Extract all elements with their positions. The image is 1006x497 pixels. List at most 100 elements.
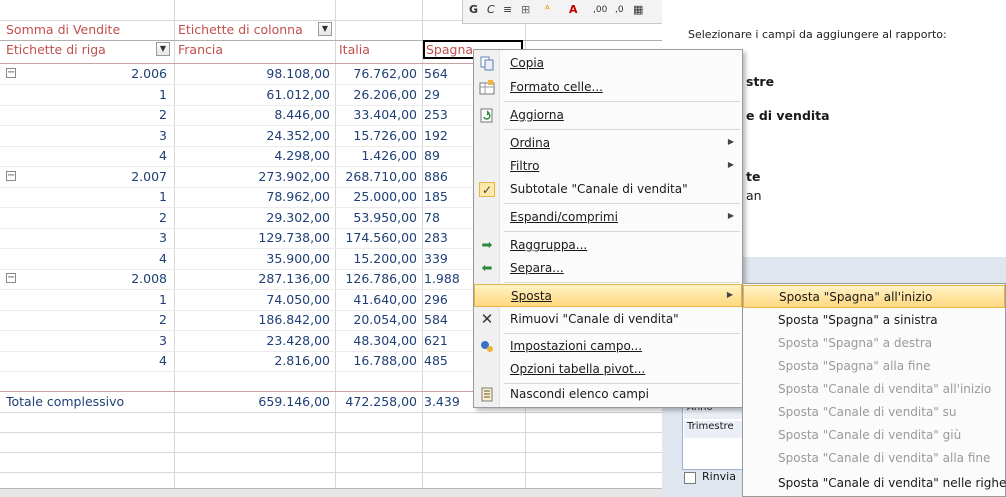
cell-spagna[interactable]: 29 [423,85,473,104]
row-label[interactable]: 4 [20,146,172,165]
row-label[interactable]: 2 [20,208,172,227]
row-filter-button[interactable]: ▼ [156,42,170,56]
cell-italia[interactable]: 15.726,00 [336,126,422,145]
cell-francia[interactable]: 98.108,00 [175,64,335,83]
defer-update-checkbox[interactable] [684,472,696,484]
cell-spagna[interactable]: 253 [423,105,473,124]
cell-italia[interactable]: 16.788,00 [336,351,422,370]
menu-item-ordina[interactable]: Ordina ▶ [474,132,742,155]
menu-item-espandi-comprimi[interactable]: Espandi/comprimi ▶ [474,206,742,229]
cell-spagna[interactable]: 485 [423,351,473,370]
menu-item-aggiorna[interactable]: Aggiorna [474,104,742,127]
row-label[interactable]: 2.008 [20,269,172,288]
cell-italia[interactable]: 53.950,00 [336,208,422,227]
sheet-tabs-bar[interactable] [0,488,662,497]
bold-button[interactable]: G [469,3,478,16]
row-label[interactable]: 3 [20,331,172,350]
cell-italia[interactable]: 268.710,00 [336,167,422,186]
submenu-item-spagna-inizio[interactable]: Sposta "Spagna" all'inizio [743,285,1005,308]
cell-spagna[interactable]: 283 [423,228,473,247]
format-painter-button[interactable]: ▦ [633,3,643,16]
row-label[interactable]: 4 [20,249,172,268]
increase-decimal-button[interactable]: ,00 [593,5,607,15]
menu-item-formato-celle[interactable]: Formato celle... [474,76,742,99]
cell-spagna[interactable]: 564 [423,64,473,83]
cell-italia[interactable]: 48.304,00 [336,331,422,350]
cell-francia[interactable]: 78.962,00 [175,187,335,206]
cell-italia[interactable]: 174.560,00 [336,228,422,247]
field-item[interactable]: te [746,169,760,184]
cell-spagna[interactable]: 185 [423,187,473,206]
font-color-button[interactable]: A [569,3,578,16]
cell-spagna[interactable]: 78 [423,208,473,227]
row-label[interactable]: 1 [20,187,172,206]
cell-spagna[interactable]: 192 [423,126,473,145]
row-label[interactable]: 2 [20,105,172,124]
submenu-item-spagna-sinistra[interactable]: Sposta "Spagna" a sinistra [743,309,1005,332]
row-label[interactable]: 2 [20,310,172,329]
align-center-button[interactable]: ≡ [503,3,512,16]
collapse-toggle-icon[interactable]: − [6,68,16,78]
menu-item-impostazioni-campo[interactable]: Impostazioni campo... [474,335,742,358]
cell-francia[interactable]: 273.902,00 [175,167,335,186]
cell-francia[interactable]: 186.842,00 [175,310,335,329]
cell-italia[interactable]: 15.200,00 [336,249,422,268]
cell-francia[interactable]: 29.302,00 [175,208,335,227]
cell-francia[interactable]: 129.738,00 [175,228,335,247]
cell-spagna[interactable]: 89 [423,146,473,165]
column-filter-button[interactable]: ▼ [318,22,332,36]
cell-spagna[interactable]: 886 [423,167,473,186]
row-label[interactable]: 2.007 [20,167,172,186]
cell-italia[interactable]: 41.640,00 [336,290,422,309]
cell-francia[interactable]: 8.446,00 [175,105,335,124]
cell-francia[interactable]: 287.136,00 [175,269,335,288]
cell-francia[interactable]: 4.298,00 [175,146,335,165]
borders-button[interactable]: ⊞ [521,3,530,16]
field-item[interactable]: stre [746,74,774,89]
field-item[interactable]: an [746,188,762,203]
menu-item-copia[interactable]: Copia [474,52,742,75]
row-label[interactable]: 3 [20,228,172,247]
cell-italia[interactable]: 76.762,00 [336,64,422,83]
row-label[interactable]: 1 [20,290,172,309]
collapse-toggle-icon[interactable]: − [6,171,16,181]
cell-spagna[interactable]: 584 [423,310,473,329]
cell-italia[interactable]: 26.206,00 [336,85,422,104]
collapse-toggle-icon[interactable]: − [6,273,16,283]
cell-spagna[interactable]: 296 [423,290,473,309]
menu-item-raggruppa[interactable]: ➡ Raggruppa... [474,234,742,257]
cell-francia[interactable]: 24.352,00 [175,126,335,145]
submenu-item-canale-righe[interactable]: Sposta "Canale di vendita" nelle righe [743,472,1006,495]
decrease-decimal-button[interactable]: ,0 [615,5,624,15]
menu-item-nascondi-elenco-campi[interactable]: Nascondi elenco campi [474,383,742,406]
cell-francia[interactable]: 74.050,00 [175,290,335,309]
fill-color-button[interactable]: ᴬ [545,3,550,16]
cell-francia[interactable]: 2.816,00 [175,351,335,370]
cell-francia[interactable]: 23.428,00 [175,331,335,350]
menu-item-subtotale[interactable]: ✓ Subtotale "Canale di vendita" [474,178,742,201]
menu-item-sposta[interactable]: Sposta ▶ [474,284,742,307]
cell-italia[interactable]: 25.000,00 [336,187,422,206]
cell-spagna[interactable]: 621 [423,331,473,350]
menu-item-filtro[interactable]: Filtro ▶ [474,155,742,178]
cell-francia[interactable]: 61.012,00 [175,85,335,104]
cell-francia[interactable]: 35.900,00 [175,249,335,268]
field-item[interactable]: e di vendita [746,108,830,123]
cell-italia[interactable]: 20.054,00 [336,310,422,329]
cell-italia[interactable]: 33.404,00 [336,105,422,124]
row-label[interactable]: 4 [20,351,172,370]
cell-spagna[interactable]: 339 [423,249,473,268]
row-label[interactable]: 2.006 [20,64,172,83]
menu-item-rimuovi[interactable]: ✕ Rimuovi "Canale di vendita" [474,308,742,331]
column-header-francia[interactable]: Francia [178,40,328,59]
column-header-italia[interactable]: Italia [339,40,419,59]
menu-item-separa[interactable]: ⬅ Separa... [474,257,742,280]
row-label[interactable]: 3 [20,126,172,145]
cell-spagna[interactable]: 1.988 [423,269,473,288]
cell-italia[interactable]: 126.786,00 [336,269,422,288]
italic-button[interactable]: C [487,3,495,16]
row-label[interactable]: 1 [20,85,172,104]
row-field-trimestre[interactable]: Trimestre [684,421,744,438]
menu-item-opzioni-tabella-pivot[interactable]: Opzioni tabella pivot... [474,358,742,381]
cell-italia[interactable]: 1.426,00 [336,146,422,165]
